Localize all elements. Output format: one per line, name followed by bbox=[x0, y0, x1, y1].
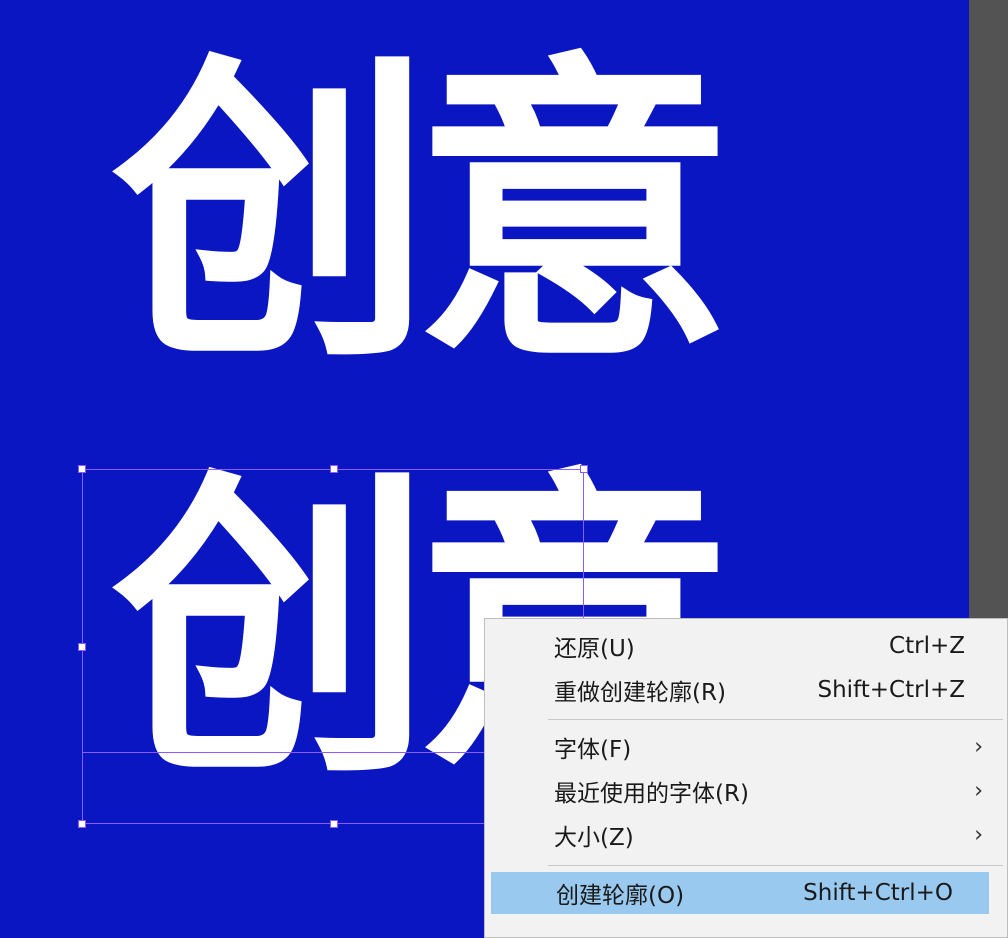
menu-item-label: 大小(Z) bbox=[554, 825, 634, 851]
context-menu: 还原(U) Ctrl+Z 重做创建轮廓(R) Shift+Ctrl+Z 字体(F… bbox=[484, 618, 1008, 938]
menu-item-create-outlines[interactable]: 创建轮廓(O) Shift+Ctrl+O bbox=[491, 872, 989, 914]
resize-handle-top-left[interactable] bbox=[78, 465, 86, 473]
menu-item-shortcut: Shift+Ctrl+Z bbox=[817, 677, 965, 703]
menu-item-shortcut: Shift+Ctrl+O bbox=[803, 880, 953, 906]
menu-item-font[interactable]: 字体(F) › bbox=[489, 726, 1001, 768]
chevron-right-icon: › bbox=[974, 822, 983, 848]
menu-item-size[interactable]: 大小(Z) › bbox=[489, 814, 1001, 856]
resize-handle-middle-left[interactable] bbox=[78, 643, 86, 651]
menu-separator bbox=[548, 865, 1003, 866]
menu-item-undo[interactable]: 还原(U) Ctrl+Z bbox=[489, 625, 1001, 667]
resize-handle-bottom-center[interactable] bbox=[330, 820, 338, 828]
text-object-top[interactable]: 创意 bbox=[112, 54, 734, 374]
menu-item-label: 最近使用的字体(R) bbox=[554, 781, 749, 807]
resize-handle-bottom-left[interactable] bbox=[78, 820, 86, 828]
menu-item-shortcut: Ctrl+Z bbox=[889, 633, 965, 659]
menu-separator bbox=[548, 719, 1003, 720]
text-baseline bbox=[82, 752, 485, 753]
menu-item-label: 创建轮廓(O) bbox=[556, 883, 685, 909]
menu-item-redo-create-outlines[interactable]: 重做创建轮廓(R) Shift+Ctrl+Z bbox=[489, 669, 1001, 711]
resize-handle-top-right[interactable] bbox=[580, 465, 588, 473]
menu-item-label: 字体(F) bbox=[554, 737, 632, 763]
menu-item-label: 重做创建轮廓(R) bbox=[554, 680, 726, 706]
menu-item-recent-fonts[interactable]: 最近使用的字体(R) › bbox=[489, 770, 1001, 812]
menu-item-label: 还原(U) bbox=[554, 636, 635, 662]
chevron-right-icon: › bbox=[974, 734, 983, 760]
resize-handle-top-center[interactable] bbox=[330, 465, 338, 473]
chevron-right-icon: › bbox=[974, 778, 983, 804]
